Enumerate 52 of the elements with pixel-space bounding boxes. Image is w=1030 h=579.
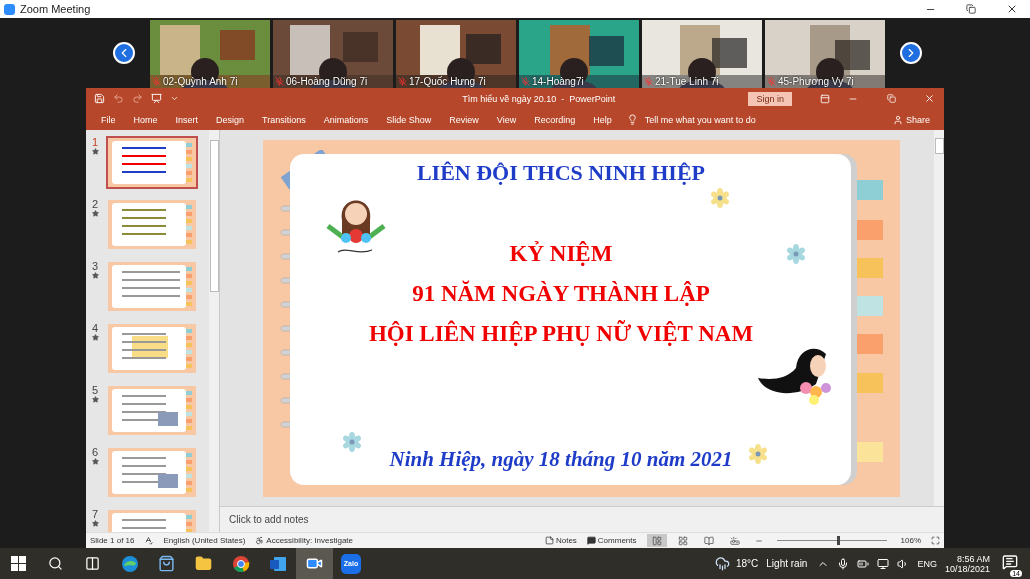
participant-video[interactable]: 06-Hoàng Dũng 7i [273, 20, 393, 88]
slide-date: Ninh Hiệp, ngày 18 tháng 10 năm 2021 [389, 447, 733, 473]
participant-video[interactable]: 14-Hoàng7i [519, 20, 639, 88]
participant-name: 45-Phương Vy 7i [778, 76, 854, 87]
clock-date[interactable]: 10/18/2021 [944, 563, 990, 574]
slide-title: KỶ NIỆM [509, 240, 613, 269]
participant-name: 02-Quỳnh Anh 7i [163, 76, 238, 87]
language-label[interactable]: English (United States) [163, 536, 246, 546]
ribbon-tab[interactable]: Recording [525, 114, 585, 125]
ribbon-tab[interactable]: File [92, 114, 125, 125]
ribbon-tab[interactable]: Design [207, 114, 254, 125]
participant-name: 17-Quốc Hưng 7i [409, 76, 486, 87]
slide-number: 6 [91, 446, 99, 459]
slide-number: 2 [91, 198, 99, 211]
ribbon-tab[interactable]: Review [440, 114, 488, 125]
slide-title: 91 NĂM NGÀY THÀNH LẬP [412, 279, 710, 309]
slide-number: 7 [91, 508, 99, 521]
ribbon-tab[interactable]: Help [584, 114, 621, 125]
accessibility-button[interactable]: Accessibility: Investigate [255, 536, 353, 546]
slide-number: 4 [91, 322, 99, 335]
participant-video[interactable]: 45-Phương Vy 7i [765, 20, 885, 88]
notes-button[interactable]: Notes [544, 536, 577, 546]
tell-me-search[interactable]: Tell me what you want to do [626, 114, 756, 126]
slide-position: Slide 1 of 16 [90, 536, 135, 546]
slide-heading: LIÊN ĐỘI THCS NINH HIỆP [416, 160, 706, 187]
zoom-percent: 106% [900, 536, 921, 546]
slide-number: 5 [91, 384, 99, 397]
ribbon-tab[interactable]: Transitions [253, 114, 315, 125]
ribbon-tab[interactable]: Home [124, 114, 167, 125]
notes-field[interactable]: Click to add notes [220, 506, 944, 533]
document-title: Tìm hiểu về ngày 20.10 - PowerPoint [461, 93, 617, 104]
comments-button[interactable]: Comments [586, 536, 637, 546]
sign-in-button[interactable]: Sign in [748, 91, 792, 106]
share-button[interactable]: Share [892, 114, 930, 125]
ribbon-tab[interactable]: Animations [314, 114, 378, 125]
participant-name: 21-Tue Linh 7i [655, 76, 719, 87]
participant-name: 14-Hoàng7i [532, 76, 584, 87]
participant-video[interactable]: 21-Tue Linh 7i [642, 20, 762, 88]
slide-number: 1 [91, 136, 99, 149]
ribbon-tab[interactable]: View [487, 114, 526, 125]
clock-time[interactable]: 8:56 AM [956, 553, 990, 564]
weather-condition[interactable]: Light rain [766, 558, 808, 569]
ribbon-tab[interactable]: Insert [166, 114, 208, 125]
temperature[interactable]: 18°C [735, 558, 759, 569]
participant-name: 06-Hoàng Dũng 7i [286, 76, 368, 87]
participant-video[interactable]: 17-Quốc Hưng 7i [396, 20, 516, 88]
input-language[interactable]: ENG [917, 558, 937, 569]
ribbon-tab[interactable]: Slide Show [377, 114, 441, 125]
window-title: Zoom Meeting [20, 3, 92, 15]
participant-video[interactable]: 02-Quỳnh Anh 7i [150, 20, 270, 88]
slide-number: 3 [91, 260, 99, 273]
slide-title: HỘI LIÊN HIỆP PHỤ NỮ VIỆT NAM [368, 319, 754, 349]
